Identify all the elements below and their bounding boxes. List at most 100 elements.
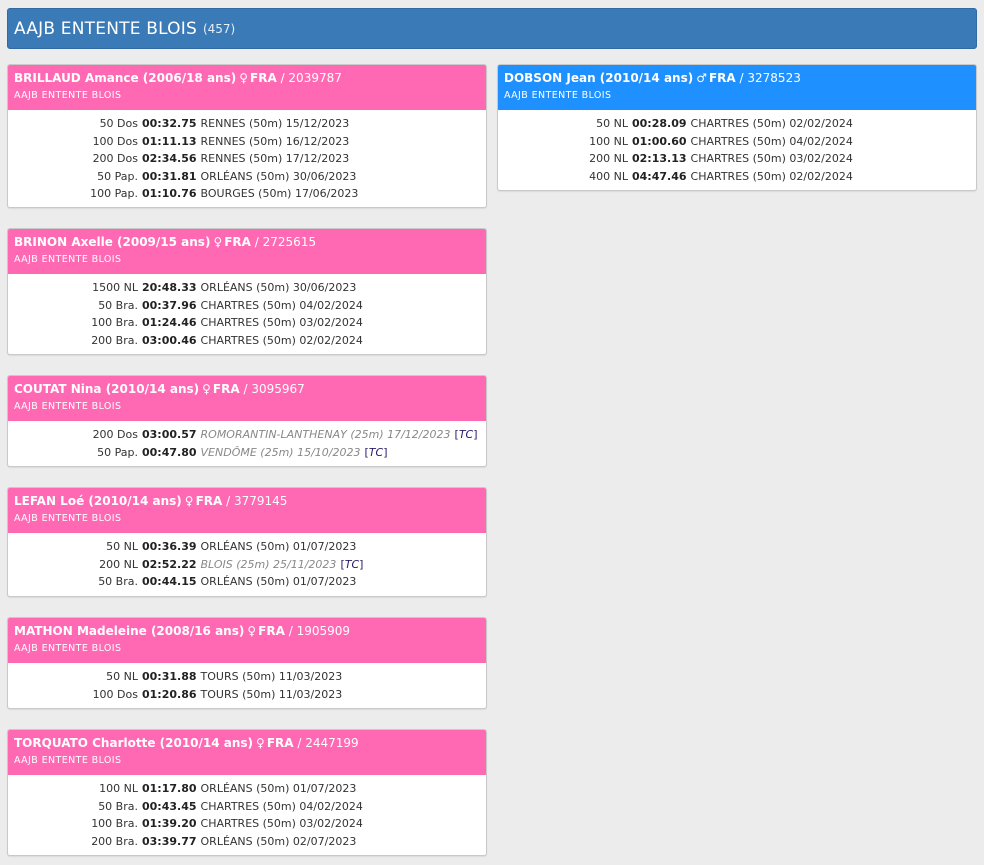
swimmer-club: AAJB ENTENTE BLOIS: [504, 90, 612, 101]
swimmer-title: DOBSON Jean (2010/14 ans) ♂ FRA / 3278523: [504, 71, 970, 85]
swimmer-name-link[interactable]: LEFAN Loé (2010/14 ans): [14, 494, 182, 508]
result-row: 50 Pap. 00:31.81 ORLÉANS (50m) 30/06/2023: [8, 168, 486, 186]
swimmer-header: BRILLAUD Amance (2006/18 ans) ♀ FRA / 2039…: [8, 65, 486, 110]
event-name: 100 Bra.: [91, 817, 138, 830]
result-row: 200 Dos 02:34.56 RENNES (50m) 17/12/2023: [8, 150, 486, 168]
meet-place-date: CHARTRES (50m) 02/02/2024: [690, 117, 853, 130]
result-time: 20:48.33: [142, 281, 197, 294]
swimmer-card-torquato: TORQUATO Charlotte (2010/14 ans) ♀ FRA / 2…: [7, 729, 487, 856]
swimmer-name-link[interactable]: BRINON Axelle (2009/15 ans): [14, 235, 210, 249]
event-name: 50 NL: [106, 670, 138, 683]
result-row: 50 Pap. 00:47.80 VENDÔME (25m) 15/10/2023[…: [8, 444, 486, 462]
results-list: 50 NL 00:28.09 CHARTRES (50m) 02/02/2024 10…: [498, 110, 976, 190]
results-list: 200 Dos 03:00.57 ROMORANTIN-LANTHENAY (25m…: [8, 421, 486, 466]
meet-place-date: ORLÉANS (50m) 02/07/2023: [200, 834, 357, 848]
swimmer-header: BRINON Axelle (2009/15 ans) ♀ FRA / 272561…: [8, 229, 486, 274]
result-time: 00:31.88: [142, 670, 197, 683]
results-list: 100 NL 01:17.80 ORLÉANS (50m) 01/07/2023 50…: [8, 775, 486, 855]
result-time: 03:00.46: [142, 333, 197, 347]
swimmer-license: / 2447199: [293, 736, 359, 750]
club-header: AAJB ENTENTE BLOIS (457): [7, 8, 977, 49]
result-row: 400 NL 04:47.46 CHARTRES (50m) 02/02/2024: [498, 168, 976, 186]
result-time: 02:34.56: [142, 152, 197, 165]
meet-place-date: RENNES (50m) 16/12/2023: [200, 134, 350, 148]
swimmer-license: / 3779145: [222, 494, 288, 508]
female-icon: ♀: [213, 235, 223, 249]
female-icon: ♀: [202, 382, 211, 396]
result-row: 200 NL 02:13.13 CHARTRES (50m) 03/02/2024: [498, 150, 976, 168]
result-row: 50 Bra. 00:44.15 ORLÉANS (50m) 01/07/2023: [8, 573, 486, 591]
event-name: 100 Dos: [92, 134, 138, 148]
swimmer-nation: FRA: [212, 382, 240, 396]
result-row: 1500 NL 20:48.33 ORLÉANS (50m) 30/06/2023: [8, 279, 486, 297]
result-row: 100 Dos 01:11.13 RENNES (50m) 16/12/2023: [8, 133, 486, 151]
swimmer-club: AAJB ENTENTE BLOIS: [14, 755, 122, 766]
result-time: 01:17.80: [142, 782, 197, 795]
result-time: 01:24.46: [142, 316, 197, 329]
swimmer-name-link[interactable]: COUTAT Nina (2010/14 ans): [14, 382, 199, 396]
swimmer-nation: FRA: [258, 624, 285, 638]
results-list: 50 NL 00:36.39 ORLÉANS (50m) 01/07/2023 200…: [8, 533, 486, 596]
event-name: 50 Bra.: [98, 799, 138, 813]
event-name: 100 Bra.: [91, 316, 138, 329]
swimmer-license: / 3278523: [735, 71, 801, 85]
swimmer-license: / 2725615: [250, 235, 317, 249]
tc-badge: [TC]: [454, 428, 478, 441]
result-time: 00:44.15: [142, 575, 197, 588]
event-name: 100 NL: [589, 134, 628, 148]
event-name: 50 NL: [596, 117, 628, 130]
swimmer-card-brinon: BRINON Axelle (2009/15 ans) ♀ FRA / 272561…: [7, 228, 487, 355]
event-name: 100 NL: [99, 782, 138, 795]
result-row: 100 Bra. 01:39.20 CHARTRES (50m) 03/02/202…: [8, 815, 486, 833]
meet-place-date: ORLÉANS (50m) 01/07/2023: [200, 575, 357, 588]
swimmer-club: AAJB ENTENTE BLOIS: [14, 643, 122, 654]
result-time: 00:28.09: [632, 117, 687, 130]
result-time: 03:39.77: [142, 834, 197, 848]
swimmer-header: LEFAN Loé (2010/14 ans) ♀ FRA / 3779145 AAJ…: [8, 488, 486, 533]
swimmer-name-link[interactable]: MATHON Madeleine (2008/16 ans): [14, 624, 244, 638]
meet-place-date: ORLÉANS (50m) 01/07/2023: [200, 782, 357, 795]
meet-place-date: RENNES (50m) 17/12/2023: [200, 152, 350, 165]
result-row: 100 NL 01:00.60 CHARTRES (50m) 04/02/2024: [498, 133, 976, 151]
event-name: 200 Dos: [92, 428, 138, 441]
result-time: 00:36.39: [142, 540, 197, 553]
female-icon: ♀: [239, 71, 249, 85]
club-count: (457): [202, 21, 236, 36]
event-name: 200 Bra.: [91, 834, 138, 848]
meet-place-date: CHARTRES (50m) 02/02/2024: [200, 333, 363, 347]
result-row: 100 Bra. 01:24.46 CHARTRES (50m) 03/02/202…: [8, 314, 486, 332]
event-name: 200 Dos: [92, 152, 138, 165]
meet-place-date: CHARTRES (50m) 04/02/2024: [200, 799, 363, 813]
female-icon: ♀: [256, 736, 265, 750]
result-row: 50 NL 00:28.09 CHARTRES (50m) 02/02/2024: [498, 115, 976, 133]
swimmer-name-link[interactable]: DOBSON Jean (2010/14 ans): [504, 71, 693, 85]
result-row: 200 Bra. 03:00.46 CHARTRES (50m) 02/02/202…: [8, 332, 486, 350]
meet-place-date: RENNES (50m) 15/12/2023: [200, 117, 350, 130]
result-time: 03:00.57: [142, 428, 197, 441]
meet-place-date: TOURS (50m) 11/03/2023: [200, 687, 343, 701]
meet-place-date: CHARTRES (50m) 03/02/2024: [200, 316, 363, 329]
result-row: 200 Bra. 03:39.77 ORLÉANS (50m) 02/07/2023: [8, 833, 486, 851]
event-name: 1500 NL: [92, 281, 138, 294]
swimmer-nation: FRA: [224, 235, 251, 249]
result-time: 01:11.13: [142, 134, 197, 148]
swimmer-name-link[interactable]: BRILLAUD Amance (2006/18 ans): [14, 71, 236, 85]
result-time: 02:13.13: [632, 152, 687, 165]
tc-badge: [TC]: [340, 557, 364, 571]
result-row: 50 NL 00:31.88 TOURS (50m) 11/03/2023: [8, 668, 486, 686]
swimmer-license: / 1905909: [284, 624, 351, 638]
swimmer-name-link[interactable]: TORQUATO Charlotte (2010/14 ans): [14, 736, 253, 750]
female-icon: ♀: [247, 624, 257, 638]
result-time: 02:52.22: [142, 557, 197, 571]
event-name: 50 Bra.: [98, 575, 138, 588]
meet-place-date: CHARTRES (50m) 03/02/2024: [690, 152, 853, 165]
result-time: 00:31.81: [142, 169, 197, 183]
result-row: 100 Pap. 01:10.76 BOURGES (50m) 17/06/2023: [8, 185, 486, 203]
swimmer-club: AAJB ENTENTE BLOIS: [14, 401, 122, 412]
swimmer-nation: FRA: [250, 71, 277, 85]
results-list: 50 Dos 00:32.75 RENNES (50m) 15/12/2023 100…: [8, 110, 486, 207]
meet-place-date: VENDÔME (25m) 15/10/2023: [200, 445, 361, 459]
meet-place-date: ORLÉANS (50m) 30/06/2023: [200, 169, 357, 183]
result-time: 00:32.75: [142, 117, 197, 130]
result-row: 100 NL 01:17.80 ORLÉANS (50m) 01/07/2023: [8, 780, 486, 798]
